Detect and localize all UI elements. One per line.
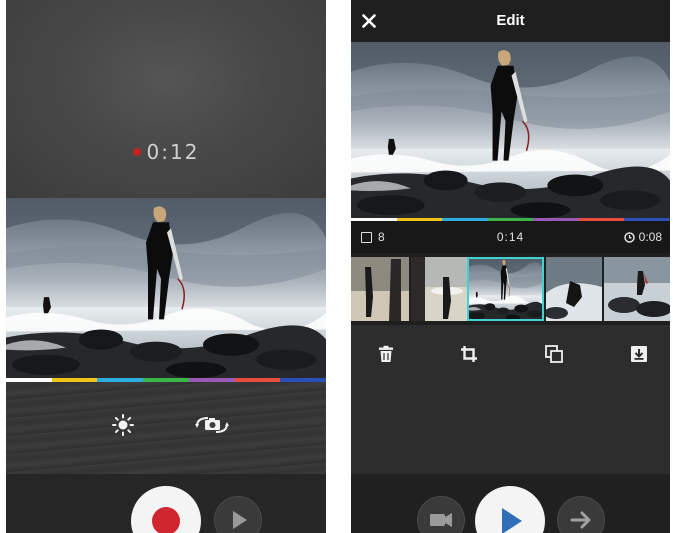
surfer-photo: [351, 42, 670, 220]
camera-preview: [6, 0, 326, 198]
clip-thumbnail-strip: [351, 253, 670, 325]
play-button[interactable]: [214, 496, 262, 533]
play-icon: [233, 511, 247, 529]
download-icon[interactable]: [630, 345, 648, 363]
clock-icon: [623, 231, 635, 243]
clip-duration-label: 0:08: [638, 230, 662, 244]
next-button[interactable]: [557, 496, 605, 533]
recording-timer: 0:12: [6, 140, 326, 164]
video-camera-button[interactable]: [417, 496, 465, 533]
total-duration: 0:14: [496, 230, 525, 244]
camera-controls-area: [6, 382, 326, 474]
play-icon: [502, 508, 522, 533]
clip-thumbnail[interactable]: [411, 257, 467, 321]
surfer-photo: [6, 198, 326, 380]
flip-camera-icon[interactable]: [194, 414, 230, 436]
clip-thumbnail[interactable]: [604, 257, 670, 321]
brightness-icon[interactable]: [112, 414, 134, 436]
record-icon: [152, 507, 180, 533]
clip-info-bar: 8 0:14 0:08: [351, 221, 670, 253]
page-title: Edit: [496, 12, 525, 29]
duplicate-icon[interactable]: [545, 345, 563, 363]
clip-thumbnail[interactable]: [351, 257, 409, 321]
play-button[interactable]: [475, 486, 545, 533]
clip-thumbnail[interactable]: [546, 257, 602, 321]
clip-duration: 0:08: [623, 230, 662, 244]
camera-frame: [6, 198, 326, 380]
delete-icon[interactable]: [377, 345, 395, 363]
recording-indicator-icon: [132, 148, 141, 156]
crop-icon[interactable]: [460, 345, 478, 363]
recorder-screen: 0:12: [6, 0, 326, 533]
video-preview[interactable]: [351, 42, 670, 220]
arrow-right-icon: [570, 511, 591, 529]
editor-screen: Edit 8 0:14 0:08: [351, 0, 670, 533]
clip-thumbnail-selected[interactable]: [467, 257, 544, 321]
timer-label: 0:12: [146, 140, 200, 164]
video-camera-icon: [430, 513, 452, 527]
